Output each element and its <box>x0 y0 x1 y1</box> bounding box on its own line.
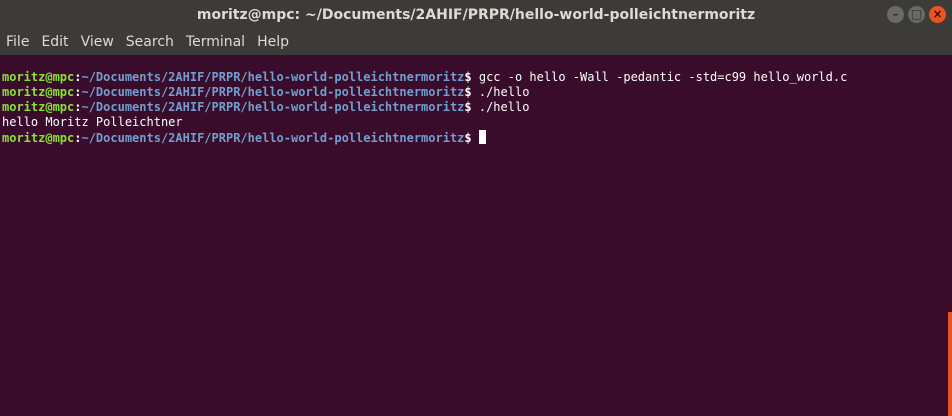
menu-edit[interactable]: Edit <box>35 30 74 55</box>
terminal-output[interactable]: moritz@mpc:~/Documents/2AHIF/PRPR/hello-… <box>0 55 952 416</box>
prompt-symbol: $ <box>464 85 472 99</box>
current-command <box>472 131 479 145</box>
menu-help[interactable]: Help <box>251 30 295 55</box>
menu-bar: File Edit View Search Terminal Help <box>0 30 952 55</box>
minimize-button[interactable]: – <box>887 6 904 23</box>
command-text: gcc -o hello -Wall -pedantic -std=c99 he… <box>471 70 848 84</box>
terminal-line: moritz@mpc:~/Documents/2AHIF/PRPR/hello-… <box>2 130 952 145</box>
command-text: ./hello <box>471 85 530 99</box>
terminal-window: moritz@mpc: ~/Documents/2AHIF/PRPR/hello… <box>0 0 952 416</box>
prompt-user: moritz@mpc <box>2 85 75 99</box>
program-output: hello Moritz Polleichtner <box>2 115 183 129</box>
window-controls: – □ × <box>887 6 946 24</box>
prompt-user: moritz@mpc <box>2 100 75 114</box>
close-button[interactable]: × <box>929 6 946 23</box>
scrollbar[interactable] <box>946 55 952 416</box>
prompt-symbol: $ <box>464 100 472 114</box>
terminal-line: moritz@mpc:~/Documents/2AHIF/PRPR/hello-… <box>2 85 952 100</box>
prompt-symbol: $ <box>464 70 472 84</box>
command-text: ./hello <box>471 100 530 114</box>
text-cursor <box>478 130 486 144</box>
menu-file[interactable]: File <box>0 30 35 55</box>
prompt-symbol: $ <box>464 131 472 145</box>
prompt-user: moritz@mpc <box>2 131 75 145</box>
maximize-button[interactable]: □ <box>908 6 925 23</box>
menu-search[interactable]: Search <box>120 30 180 55</box>
menu-view[interactable]: View <box>75 30 120 55</box>
window-title: moritz@mpc: ~/Documents/2AHIF/PRPR/hello… <box>196 7 756 23</box>
prompt-path: ~/Documents/2AHIF/PRPR/hello-world-polle… <box>81 85 465 99</box>
terminal-line: moritz@mpc:~/Documents/2AHIF/PRPR/hello-… <box>2 70 952 85</box>
terminal-line: moritz@mpc:~/Documents/2AHIF/PRPR/hello-… <box>2 100 952 115</box>
prompt-path: ~/Documents/2AHIF/PRPR/hello-world-polle… <box>81 100 465 114</box>
menu-terminal[interactable]: Terminal <box>180 30 251 55</box>
prompt-path: ~/Documents/2AHIF/PRPR/hello-world-polle… <box>81 70 465 84</box>
prompt-path: ~/Documents/2AHIF/PRPR/hello-world-polle… <box>81 131 465 145</box>
title-bar[interactable]: moritz@mpc: ~/Documents/2AHIF/PRPR/hello… <box>0 0 952 30</box>
scrollbar-thumb[interactable] <box>948 312 952 416</box>
prompt-user: moritz@mpc <box>2 70 75 84</box>
